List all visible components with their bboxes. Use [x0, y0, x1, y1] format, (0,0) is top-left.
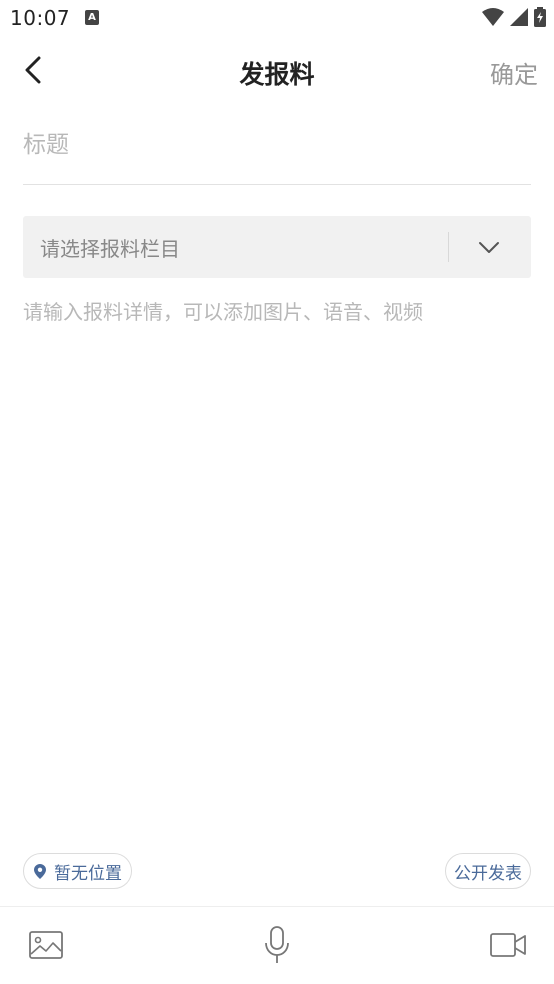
location-pin-icon [34, 863, 46, 879]
battery-icon [534, 7, 546, 27]
publish-label: 公开发表 [454, 863, 522, 884]
add-voice-button[interactable] [257, 925, 297, 965]
status-time: 10:07 [10, 6, 71, 30]
cell-signal-icon [510, 8, 528, 26]
category-select[interactable]: 请选择报料栏目 [23, 216, 531, 278]
image-icon [29, 931, 63, 959]
location-button[interactable]: 暂无位置 [23, 853, 132, 889]
title-divider [23, 184, 531, 185]
category-placeholder: 请选择报料栏目 [40, 237, 180, 261]
video-camera-icon [490, 933, 526, 957]
page-title: 发报料 [239, 60, 315, 89]
notification-icon: A [85, 10, 99, 25]
confirm-button[interactable]: 确定 [490, 55, 538, 90]
status-bar: 10:07 A [0, 0, 554, 36]
status-icons [482, 7, 546, 27]
chevron-down-icon [479, 242, 499, 253]
select-divider [448, 232, 449, 262]
publish-visibility-button[interactable]: 公开发表 [445, 853, 531, 889]
microphone-icon [265, 926, 289, 963]
add-image-button[interactable] [26, 925, 66, 965]
detail-input[interactable] [23, 294, 531, 814]
wifi-icon [482, 8, 504, 26]
location-label: 暂无位置 [54, 863, 122, 884]
title-input[interactable] [23, 122, 531, 168]
media-toolbar [0, 907, 554, 984]
add-video-button[interactable] [488, 925, 528, 965]
header: 发报料 确定 [0, 36, 554, 106]
